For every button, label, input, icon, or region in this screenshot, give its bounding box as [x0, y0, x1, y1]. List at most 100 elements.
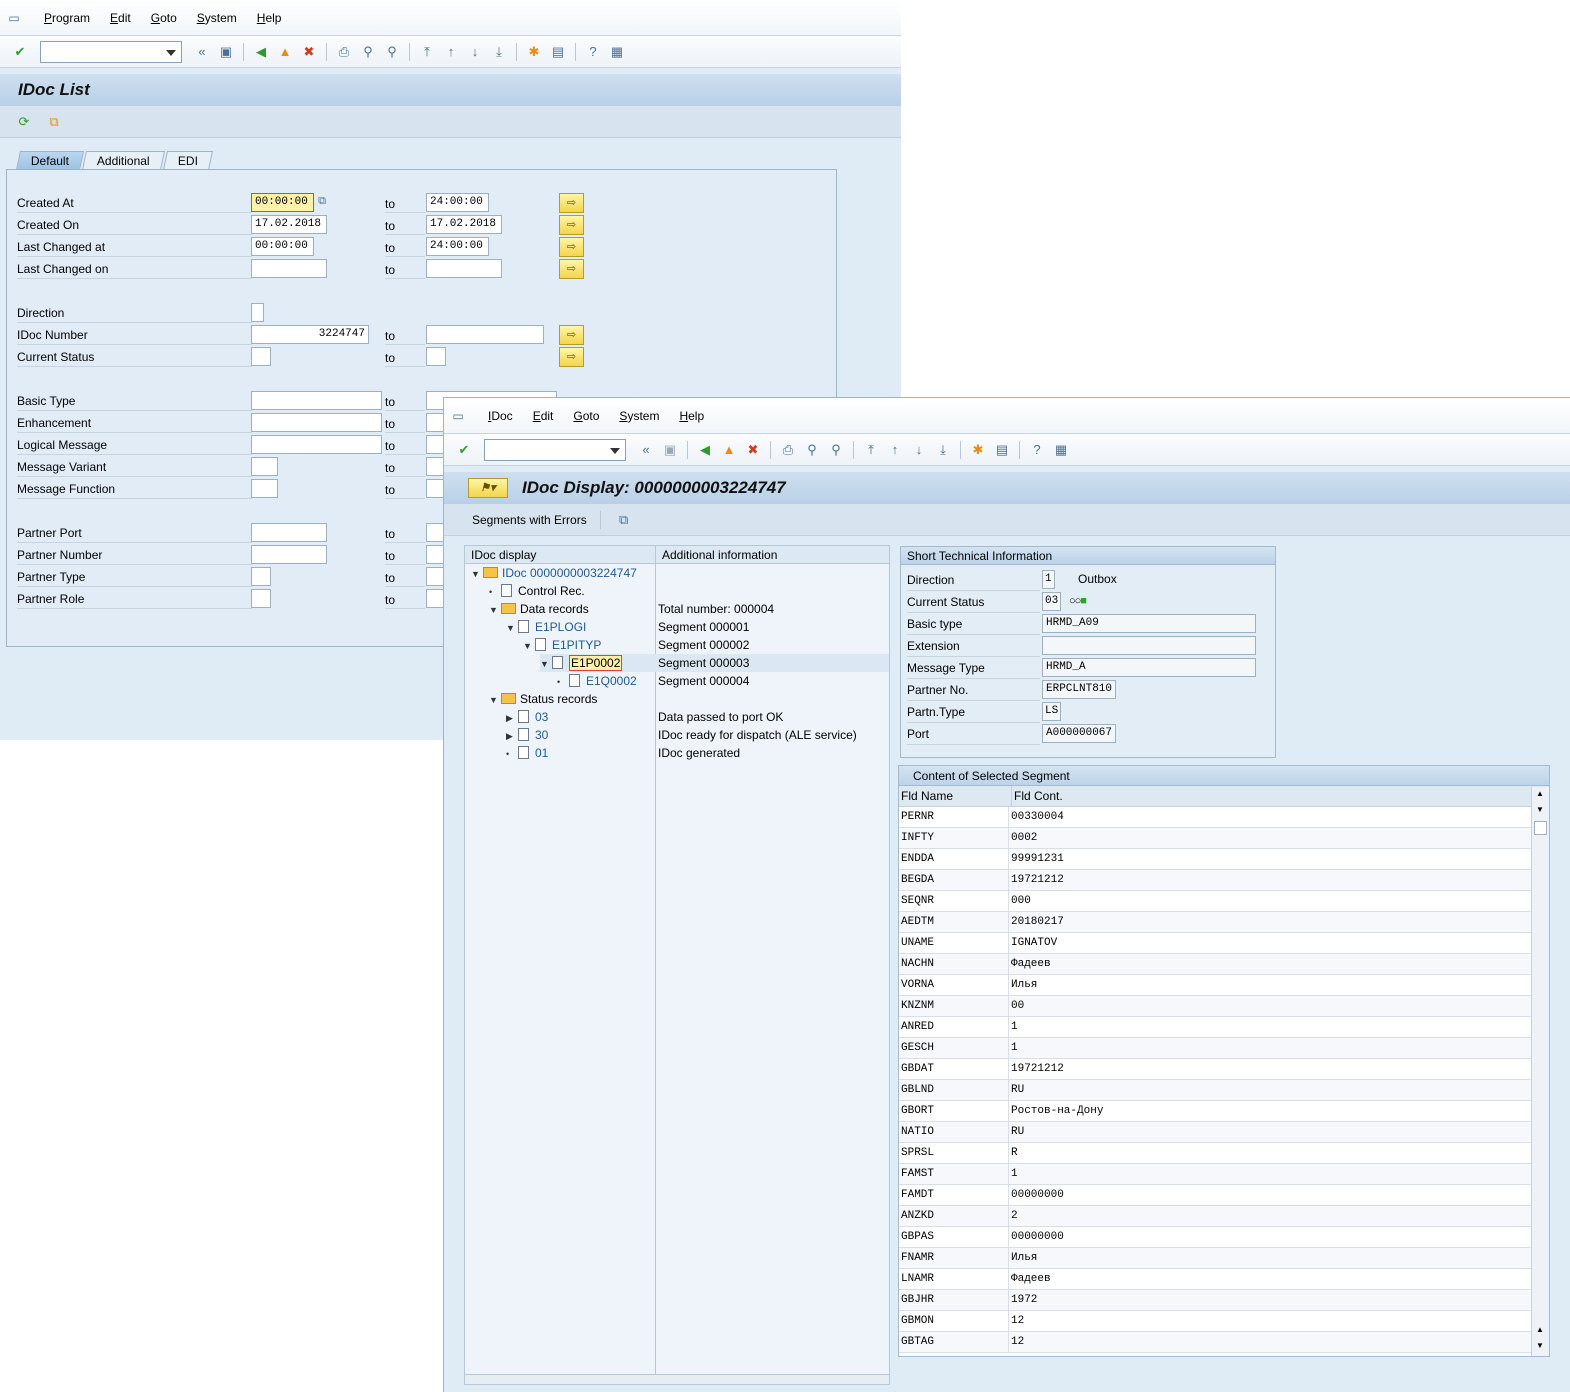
exit-icon[interactable]: ▲	[275, 42, 295, 62]
segment-field-row[interactable]: GESCH 1	[899, 1038, 1531, 1059]
segment-field-row[interactable]: GBMON 12	[899, 1311, 1531, 1332]
tree-node-segment[interactable]: ▼ E1PLOGI	[506, 618, 586, 636]
segment-field-row[interactable]: LNAMR Фадеев	[899, 1269, 1531, 1290]
multiple-selection-button[interactable]: ⇨	[559, 215, 584, 235]
partner-role-from-input[interactable]	[251, 589, 271, 608]
partner-type-from-input[interactable]	[251, 567, 271, 586]
last-changed-on-from-input[interactable]	[251, 259, 327, 278]
menu-edit[interactable]: Edit	[110, 11, 131, 25]
last-page-icon[interactable]: ⤓	[933, 440, 953, 460]
segment-field-row[interactable]: PERNR 00330004	[899, 807, 1531, 828]
multiple-selection-button[interactable]: ⇨	[559, 325, 584, 345]
save-icon[interactable]: ▣	[660, 440, 680, 460]
collapse-icon[interactable]: «	[636, 440, 656, 460]
tree-node-status[interactable]: ▶ 30	[506, 726, 548, 744]
menu-help[interactable]: Help	[257, 11, 282, 25]
help-icon[interactable]: ?	[1027, 440, 1047, 460]
tree-node-status-records[interactable]: ▼ Status records	[489, 690, 597, 708]
command-field[interactable]	[40, 40, 182, 63]
new-session-icon[interactable]: ✱	[524, 42, 544, 62]
menu-system[interactable]: System	[619, 409, 659, 423]
expanded-icon[interactable]: ▼	[540, 655, 552, 673]
idoc-number-to-input[interactable]	[426, 325, 544, 344]
scroll-down-icon[interactable]: ▼	[1536, 1341, 1544, 1350]
segment-field-row[interactable]: ANRED 1	[899, 1017, 1531, 1038]
find-next-icon[interactable]: ⚲	[382, 42, 402, 62]
column-header-field-name[interactable]: Fld Name	[901, 789, 953, 803]
basic-type-from-input[interactable]	[251, 391, 382, 410]
segment-field-row[interactable]: GBPAS 00000000	[899, 1227, 1531, 1248]
scroll-down-icon[interactable]: ▼	[1536, 805, 1544, 814]
scroll-up-icon[interactable]: ▲	[1536, 1325, 1544, 1334]
command-field[interactable]	[484, 438, 626, 461]
shortcut-icon[interactable]: ▤	[992, 440, 1012, 460]
expanded-icon[interactable]: ▼	[489, 691, 501, 709]
segment-field-row[interactable]: GBTAG 12	[899, 1332, 1531, 1353]
message-function-from-input[interactable]	[251, 479, 278, 498]
menu-goto[interactable]: Goto	[151, 11, 177, 25]
collapsed-icon[interactable]: ▶	[506, 709, 518, 727]
horizontal-scrollbar[interactable]	[465, 1374, 889, 1384]
segment-field-row[interactable]: NACHN Фадеев	[899, 954, 1531, 975]
previous-page-icon[interactable]: ↑	[885, 440, 905, 460]
multiple-selection-button[interactable]: ⇨	[559, 259, 584, 279]
segment-field-row[interactable]: ANZKD 2	[899, 1206, 1531, 1227]
segment-field-row[interactable]: FAMDT 00000000	[899, 1185, 1531, 1206]
segment-field-row[interactable]: UNAME IGNATOV	[899, 933, 1531, 954]
created-on-from-input[interactable]: 17.02.2018	[251, 215, 327, 234]
exit-icon[interactable]: ▲	[719, 440, 739, 460]
direction-input[interactable]	[251, 303, 264, 322]
segment-field-row[interactable]: AEDTM 20180217	[899, 912, 1531, 933]
help-icon[interactable]: ?	[583, 42, 603, 62]
menu-system[interactable]: System	[197, 11, 237, 25]
segment-field-row[interactable]: GBLND RU	[899, 1080, 1531, 1101]
segment-field-row[interactable]: ENDDA 99991231	[899, 849, 1531, 870]
shortcut-icon[interactable]: ▤	[548, 42, 568, 62]
tree-node-status[interactable]: ▶ 03	[506, 708, 548, 726]
message-variant-from-input[interactable]	[251, 457, 278, 476]
tree-node-status[interactable]: • 01	[506, 744, 548, 762]
print-icon[interactable]: ⎙	[778, 440, 798, 460]
collapsed-icon[interactable]: ▶	[506, 727, 518, 745]
services-for-object-button[interactable]: ⚑▾	[468, 478, 508, 498]
last-changed-on-to-input[interactable]	[426, 259, 502, 278]
last-page-icon[interactable]: ⤓	[489, 42, 509, 62]
tree-node-data-records[interactable]: ▼ Data records	[489, 600, 589, 618]
multiple-selection-button[interactable]: ⇨	[559, 193, 584, 213]
expanded-icon[interactable]: ▼	[489, 601, 501, 619]
previous-page-icon[interactable]: ↑	[441, 42, 461, 62]
back-icon[interactable]: ◀	[251, 42, 271, 62]
segment-field-row[interactable]: INFTY 0002	[899, 828, 1531, 849]
created-at-to-input[interactable]: 24:00:00	[426, 193, 489, 212]
segment-field-row[interactable]: GBJHR 1972	[899, 1290, 1531, 1311]
idoc-number-from-input[interactable]: 3224747	[251, 325, 369, 344]
partner-port-from-input[interactable]	[251, 523, 327, 542]
partner-number-from-input[interactable]	[251, 545, 327, 564]
current-status-from-input[interactable]	[251, 347, 271, 366]
segment-field-row[interactable]: GBDAT 19721212	[899, 1059, 1531, 1080]
new-session-icon[interactable]: ✱	[968, 440, 988, 460]
segment-field-row[interactable]: BEGDA 19721212	[899, 870, 1531, 891]
cancel-icon[interactable]: ✖	[743, 440, 763, 460]
menu-program[interactable]: Program	[44, 11, 90, 25]
technical-info-icon[interactable]: ⧉	[614, 510, 634, 530]
tree-node-segment[interactable]: ▼ E1PITYP	[523, 636, 601, 654]
tab-default[interactable]: Default	[15, 151, 85, 170]
segment-field-row[interactable]: FNAMR Илья	[899, 1248, 1531, 1269]
customize-layout-icon[interactable]: ▦	[1051, 440, 1071, 460]
customize-layout-icon[interactable]: ▦	[607, 42, 627, 62]
variant-icon[interactable]: ⧉	[44, 112, 64, 132]
segment-field-row[interactable]: NATIO RU	[899, 1122, 1531, 1143]
segment-field-row[interactable]: KNZNM 00	[899, 996, 1531, 1017]
vertical-scrollbar[interactable]: ▲ ▼ ▲ ▼	[1531, 787, 1549, 1356]
created-on-to-input[interactable]: 17.02.2018	[426, 215, 502, 234]
expanded-icon[interactable]: ▼	[471, 565, 483, 583]
print-icon[interactable]: ⎙	[334, 42, 354, 62]
tab-additional[interactable]: Additional	[82, 151, 165, 170]
multiple-selection-button[interactable]: ⇨	[559, 347, 584, 367]
value-help-icon[interactable]: ⧉	[315, 193, 329, 209]
cancel-icon[interactable]: ✖	[299, 42, 319, 62]
column-header-field-content[interactable]: Fld Cont.	[1011, 786, 1063, 807]
system-menu-icon[interactable]: ▭	[4, 8, 24, 28]
logical-message-from-input[interactable]	[251, 435, 382, 454]
